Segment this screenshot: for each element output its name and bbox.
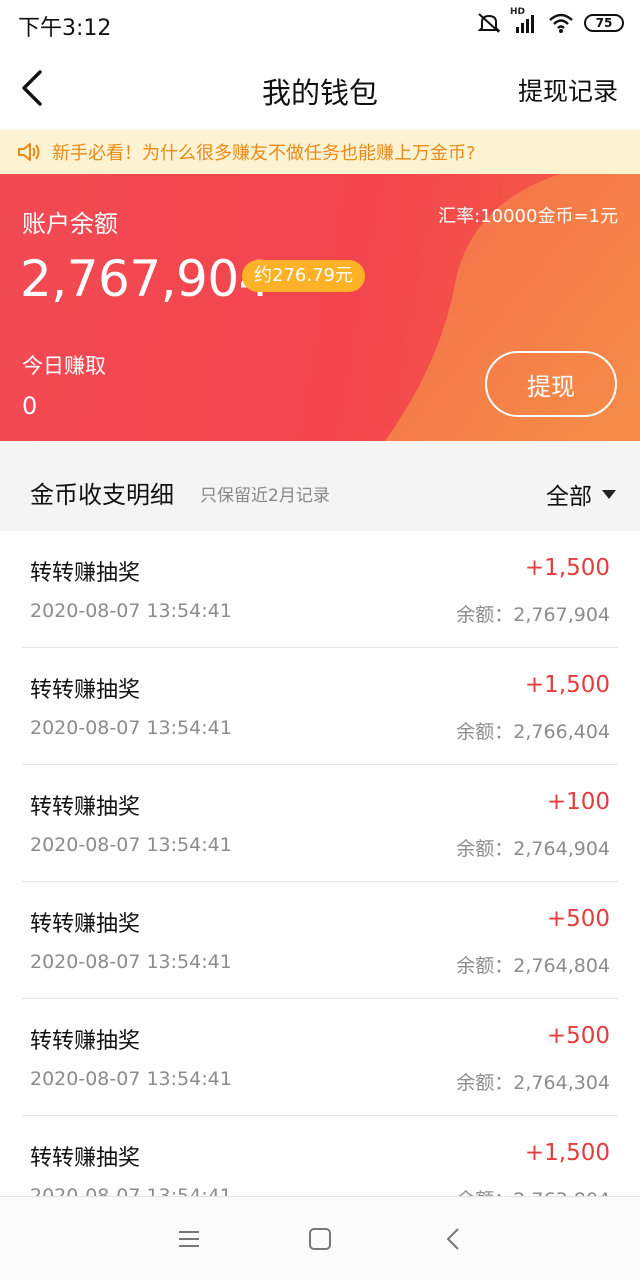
menu-icon[interactable] xyxy=(175,1225,203,1253)
notice-banner[interactable]: 新手必看！为什么很多赚友不做任务也能赚上万金币? xyxy=(0,130,640,174)
record-time: 2020-08-07 13:54:41 xyxy=(30,1185,232,1196)
list-item: 转转赚抽奖 2020-08-07 13:54:41 +1,500 余额：2,76… xyxy=(0,531,640,648)
back-triangle-icon[interactable] xyxy=(440,1225,468,1253)
today-earned-value: 0 xyxy=(22,392,38,420)
record-amount: +1,500 xyxy=(524,1140,610,1166)
back-arrow-icon[interactable] xyxy=(18,68,50,108)
record-amount: +100 xyxy=(546,789,610,815)
list-item: 转转赚抽奖 2020-08-07 13:54:41 +1,500 余额：2,76… xyxy=(0,648,640,765)
speaker-icon xyxy=(18,143,40,161)
list-item: 转转赚抽奖 2020-08-07 13:54:41 +100 余额：2,764,… xyxy=(0,765,640,882)
record-amount: +500 xyxy=(546,906,610,932)
notice-text: 新手必看！为什么很多赚友不做任务也能赚上万金币? xyxy=(52,143,476,164)
records-section-header: 金币收支明细 只保留近2月记录 全部 xyxy=(0,441,640,531)
filter-label: 全部 xyxy=(546,484,592,510)
caret-down-icon xyxy=(602,489,616,499)
list-item: 转转赚抽奖 2020-08-07 13:54:41 +500 余额：2,764,… xyxy=(0,999,640,1116)
wifi-icon xyxy=(549,13,573,33)
record-amount: +1,500 xyxy=(524,672,610,698)
battery-indicator: 75 xyxy=(584,14,624,32)
record-title: 转转赚抽奖 xyxy=(30,795,141,820)
withdraw-button[interactable]: 提现 xyxy=(485,351,617,417)
record-balance: 余额：2,766,404 xyxy=(456,721,610,743)
records-list[interactable]: 转转赚抽奖 2020-08-07 13:54:41 +1,500 余额：2,76… xyxy=(0,531,640,1196)
record-balance: 余额：2,764,304 xyxy=(456,1072,610,1094)
balance-label: 账户余额 xyxy=(22,210,118,238)
mute-bell-icon xyxy=(477,13,501,33)
record-time: 2020-08-07 13:54:41 xyxy=(30,951,232,973)
record-balance: 余额：2,767,904 xyxy=(456,604,610,626)
record-amount: +500 xyxy=(546,1023,610,1049)
balance-card: 账户余额 汇率:10000金币=1元 2,767,904 约276.79元 今日… xyxy=(0,174,640,441)
status-bar: 下午3:12 HD 75 xyxy=(0,0,640,48)
section-title: 金币收支明细 xyxy=(30,481,174,509)
record-balance: 余额：2,764,904 xyxy=(456,838,610,860)
section-subtitle: 只保留近2月记录 xyxy=(200,486,330,506)
exchange-rate: 汇率:10000金币=1元 xyxy=(438,206,618,227)
balance-value: 2,767,904 xyxy=(20,250,270,308)
record-title: 转转赚抽奖 xyxy=(30,1146,141,1171)
today-earned-label: 今日赚取 xyxy=(22,354,106,378)
record-title: 转转赚抽奖 xyxy=(30,678,141,703)
record-title: 转转赚抽奖 xyxy=(30,561,141,586)
record-time: 2020-08-07 13:54:41 xyxy=(30,600,232,622)
system-nav-bar xyxy=(0,1196,640,1280)
record-time: 2020-08-07 13:54:41 xyxy=(30,717,232,739)
record-amount: +1,500 xyxy=(524,555,610,581)
record-title: 转转赚抽奖 xyxy=(30,912,141,937)
page-header: 我的钱包 提现记录 xyxy=(0,48,640,130)
list-item: 转转赚抽奖 2020-08-07 13:54:41 +500 余额：2,764,… xyxy=(0,882,640,999)
record-time: 2020-08-07 13:54:41 xyxy=(30,1068,232,1090)
withdraw-record-link[interactable]: 提现记录 xyxy=(518,72,618,108)
record-title: 转转赚抽奖 xyxy=(30,1029,141,1054)
record-time: 2020-08-07 13:54:41 xyxy=(30,834,232,856)
record-balance: 余额：2,763,804 xyxy=(456,1185,610,1196)
signal-icon: HD xyxy=(510,7,538,35)
record-balance: 余额：2,764,804 xyxy=(456,955,610,977)
approx-yuan-badge: 约276.79元 xyxy=(242,260,365,292)
status-icons: HD 75 xyxy=(476,7,624,36)
list-item: 转转赚抽奖 2020-08-07 13:54:41 +1,500 余额：2,76… xyxy=(0,1116,640,1196)
filter-dropdown[interactable]: 全部 xyxy=(546,477,616,511)
home-square-icon[interactable] xyxy=(306,1225,334,1253)
status-time: 下午3:12 xyxy=(18,16,112,41)
